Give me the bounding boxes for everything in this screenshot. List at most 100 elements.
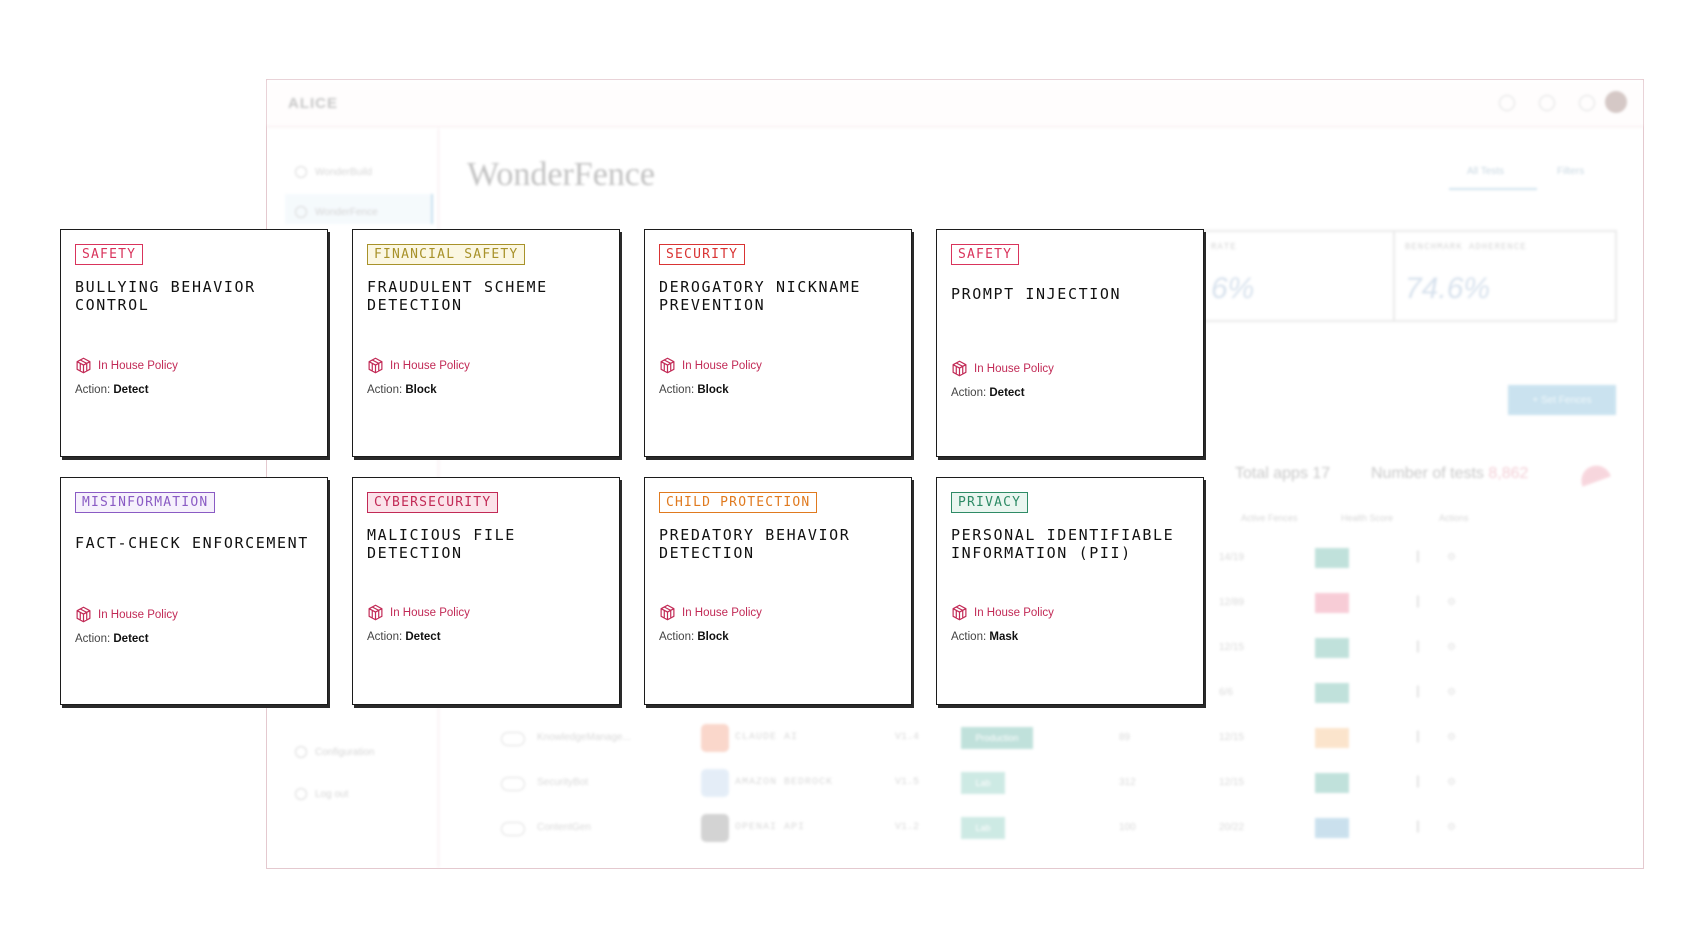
app-window: ALICE WonderBuild WonderFence Configurat… xyxy=(266,79,1644,869)
toggle[interactable] xyxy=(501,822,525,836)
column-header: Active Fences xyxy=(1241,513,1298,523)
toggle[interactable] xyxy=(501,777,525,791)
environment-badge: Lab xyxy=(961,817,1005,839)
category-tag: CYBERSECURITY xyxy=(367,492,499,513)
chart-icon[interactable]: ▎ xyxy=(1417,642,1425,653)
chart-icon[interactable]: ▎ xyxy=(1417,597,1425,608)
action-value: Block xyxy=(405,384,437,396)
cube-icon xyxy=(952,360,967,377)
chart-icon[interactable]: ▎ xyxy=(1417,552,1425,563)
policy-card[interactable]: SAFETY PROMPT INJECTION In House Policy Act… xyxy=(936,229,1204,457)
sidebar-item-configuration[interactable]: Configuration xyxy=(295,746,374,758)
column-header: Actions xyxy=(1439,513,1469,523)
chart-icon[interactable]: ▎ xyxy=(1417,777,1425,788)
settings-icon[interactable]: ⚙ xyxy=(1447,552,1456,563)
stat-label: RATE xyxy=(1211,242,1237,252)
app-logo: ALICE xyxy=(288,95,338,112)
gear-icon xyxy=(295,746,307,758)
number-of-tests: Number of tests 8,862 xyxy=(1371,465,1528,483)
settings-icon[interactable]: ⚙ xyxy=(1447,822,1456,833)
policy-action: Action: Detect xyxy=(367,631,441,643)
action-label: Action: xyxy=(75,384,111,396)
policy-card[interactable]: FINANCIAL SAFETY FRAUDULENT SCHEME DETECT… xyxy=(352,229,620,457)
tab-filters[interactable]: Filters xyxy=(1557,166,1584,177)
policy-action: Action: Mask xyxy=(951,631,1018,643)
notification-icon[interactable] xyxy=(1499,95,1515,111)
stat-card-rate: RATE 6% xyxy=(1199,230,1423,322)
cube-icon xyxy=(952,604,967,621)
table-row[interactable]: KnowledgeManage... CLAUDE AI V1.4 Productio… xyxy=(467,724,1607,754)
policy-card[interactable]: SAFETY BULLYING BEHAVIOR CONTROL In House … xyxy=(60,229,328,457)
settings-icon[interactable]: ⚙ xyxy=(1447,687,1456,698)
cube-icon xyxy=(76,606,91,623)
tests-value: 8,862 xyxy=(1488,465,1529,482)
policy-card[interactable]: CHILD PROTECTION PREDATORY BEHAVIOR DETEC… xyxy=(644,477,912,705)
sidebar-item-logout[interactable]: Log out xyxy=(295,788,348,800)
cube-icon xyxy=(295,166,307,178)
version: V1.2 xyxy=(895,822,920,833)
toggle[interactable] xyxy=(501,732,525,746)
tab-all-tests[interactable]: All Tests xyxy=(1467,166,1504,177)
settings-icon[interactable]: ⚙ xyxy=(1447,597,1456,608)
chart-icon[interactable]: ▎ xyxy=(1417,732,1425,743)
policy-source: In House Policy xyxy=(367,357,470,374)
policy-source: In House Policy xyxy=(367,604,470,621)
tab-underline xyxy=(1449,188,1537,190)
environment-badge: Production xyxy=(961,727,1033,749)
policy-source-label: In House Policy xyxy=(682,359,762,372)
sidebar-item-wonderfence[interactable]: WonderFence xyxy=(295,206,378,218)
active-fences: 12/15 xyxy=(1219,732,1245,743)
stat-card-benchmark: BENCHMARK ADHERENCE 74.6% xyxy=(1393,230,1617,322)
category-tag: SAFETY xyxy=(75,244,144,265)
policy-action: Action: Block xyxy=(659,631,729,643)
policy-title: FRAUDULENT SCHEME DETECTION xyxy=(367,278,548,314)
sidebar-item-wonderbuild[interactable]: WonderBuild xyxy=(295,166,372,178)
policy-card[interactable]: MISINFORMATION FACT-CHECK ENFORCEMENT In H… xyxy=(60,477,328,705)
chart-icon[interactable]: ▎ xyxy=(1417,687,1425,698)
help-icon[interactable] xyxy=(1539,95,1555,111)
cube-icon xyxy=(76,357,91,374)
policy-action: Action: Detect xyxy=(75,384,149,396)
model-name: AMAZON BEDROCK xyxy=(735,777,834,788)
policy-source: In House Policy xyxy=(75,357,178,374)
policy-source-label: In House Policy xyxy=(390,606,470,619)
policy-title: PREDATORY BEHAVIOR DETECTION xyxy=(659,526,851,562)
table-row[interactable]: ContentGen OPENAI API V1.2 Lab 100 20/22 ▎ ⚙ xyxy=(467,814,1607,844)
policy-source: In House Policy xyxy=(951,604,1054,621)
model-logo xyxy=(701,724,729,752)
page-title: WonderFence xyxy=(467,156,655,193)
action-value: Detect xyxy=(989,387,1025,399)
health-score-badge xyxy=(1315,818,1349,838)
action-value: Detect xyxy=(113,633,149,645)
sidebar-item-label: Log out xyxy=(315,788,349,800)
settings-icon[interactable]: ⚙ xyxy=(1447,732,1456,743)
avatar[interactable] xyxy=(1605,91,1627,113)
policy-card[interactable]: CYBERSECURITY MALICIOUS FILE DETECTION In … xyxy=(352,477,620,705)
policy-source-label: In House Policy xyxy=(98,608,178,621)
sidebar-item-label: Configuration xyxy=(315,746,375,758)
health-score-badge xyxy=(1315,683,1349,703)
table-row[interactable]: SecurityBot AMAZON BEDROCK V1.5 Lab 312 12/15… xyxy=(467,769,1607,799)
gear-icon[interactable] xyxy=(1579,95,1595,111)
chart-icon[interactable]: ▎ xyxy=(1417,822,1425,833)
action-value: Detect xyxy=(113,384,149,396)
settings-icon[interactable]: ⚙ xyxy=(1447,777,1456,788)
policy-card[interactable]: SECURITY DEROGATORY NICKNAME PREVENTION In… xyxy=(644,229,912,457)
stat-label: BENCHMARK ADHERENCE xyxy=(1405,242,1527,252)
logout-icon xyxy=(295,788,307,800)
policy-card[interactable]: PRIVACY PERSONAL IDENTIFIABLE INFORMATION… xyxy=(936,477,1204,705)
policy-action: Action: Detect xyxy=(951,387,1025,399)
action-label: Action: xyxy=(951,631,987,643)
settings-icon[interactable]: ⚙ xyxy=(1447,642,1456,653)
action-value: Mask xyxy=(989,631,1019,643)
active-fences: 12/89 xyxy=(1219,597,1245,608)
set-fences-button[interactable]: + Set Fences xyxy=(1508,385,1616,415)
model-logo xyxy=(701,814,729,842)
category-tag: CHILD PROTECTION xyxy=(659,492,818,513)
sidebar-item-label: WonderBuild xyxy=(315,166,373,178)
health-score-badge xyxy=(1315,638,1349,658)
app-name: SecurityBot xyxy=(537,777,589,788)
policy-title: DEROGATORY NICKNAME PREVENTION xyxy=(659,278,861,314)
health-score-badge xyxy=(1315,593,1349,613)
policy-source: In House Policy xyxy=(951,360,1054,377)
